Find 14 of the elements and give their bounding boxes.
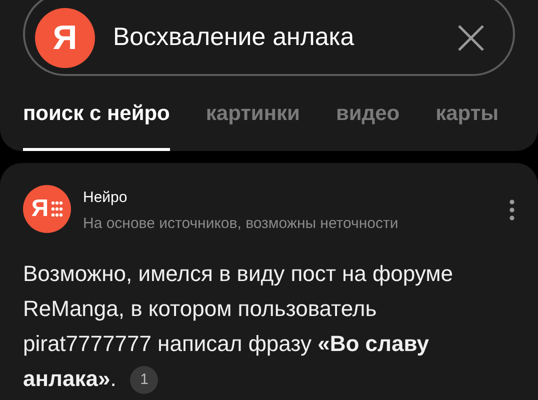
answer-title: Нейро xyxy=(83,188,128,208)
answer-subtitle: На основе источников, возможны неточности xyxy=(83,214,400,234)
search-field[interactable]: Я Восхваление анлака xyxy=(23,0,515,76)
tab[interactable]: карты xyxy=(436,98,499,150)
tab[interactable]: видео xyxy=(336,98,400,150)
tab[interactable]: поиск с нейро xyxy=(23,98,170,150)
logo-icon: Я xyxy=(35,8,95,68)
search-input[interactable]: Восхваление анлака xyxy=(113,19,439,57)
more-icon[interactable] xyxy=(509,198,515,220)
tab[interactable]: картинки xyxy=(206,98,300,150)
close-icon[interactable] xyxy=(457,24,485,52)
citation-badge[interactable]: 1 xyxy=(130,366,158,394)
neuro-logo-icon: Я xyxy=(23,184,71,232)
answer-text: Возможно, имелся в виду пост на форуме ReManga, в котором пользователь pirat7777777 написал фразу «Во славу анлака». 1 xyxy=(23,256,503,396)
